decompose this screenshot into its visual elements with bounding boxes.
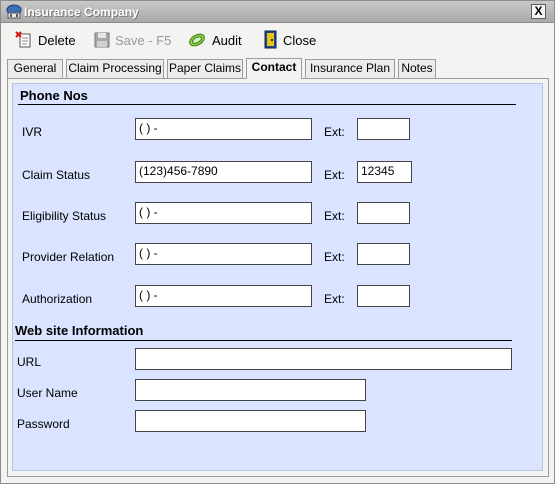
provider-relation-ext-input[interactable] (357, 243, 410, 265)
tab-contact[interactable]: Contact (246, 58, 302, 79)
web-section-title: Web site Information (15, 323, 144, 338)
window-title: Insurance Company (24, 5, 139, 19)
tab-insurance-plan[interactable]: Insurance Plan (305, 59, 395, 78)
tab-general[interactable]: General (7, 59, 63, 78)
tab-paper-claims[interactable]: Paper Claims (167, 59, 243, 78)
window-close-button[interactable]: X (531, 4, 546, 19)
tab-claim-processing[interactable]: Claim Processing (66, 59, 164, 78)
authorization-ext-input[interactable] (357, 285, 410, 307)
audit-label: Audit (212, 32, 242, 48)
authorization-phone-input[interactable]: ( ) - (135, 285, 312, 307)
delete-button[interactable]: Delete (15, 29, 76, 51)
password-label: Password (17, 417, 70, 431)
save-button[interactable]: Save - F5 (94, 29, 171, 51)
password-input[interactable] (135, 410, 366, 432)
contact-panel: Phone Nos IVR ( ) - Ext: Claim Status (1… (7, 78, 549, 477)
web-section-divider (15, 340, 512, 341)
url-label: URL (17, 355, 42, 369)
close-door-icon (264, 30, 277, 49)
eligibility-status-ext-input[interactable] (357, 202, 410, 224)
username-input[interactable] (135, 379, 366, 401)
audit-button[interactable]: Audit (187, 29, 242, 51)
delete-label: Delete (38, 32, 76, 48)
claim-status-ext-input[interactable]: 12345 (357, 161, 412, 183)
url-input[interactable] (135, 348, 512, 370)
provider-relation-phone-input[interactable]: ( ) - (135, 243, 312, 265)
delete-icon (15, 31, 31, 48)
phone-section-title: Phone Nos (20, 88, 88, 103)
claim-status-phone-input[interactable]: (123)456-7890 (135, 161, 312, 183)
tab-notes[interactable]: Notes (398, 59, 436, 78)
claim-status-ext-label: Ext: (324, 168, 345, 182)
close-label: Close (283, 32, 317, 48)
ivr-ext-input[interactable] (357, 118, 410, 140)
audit-icon (189, 33, 205, 47)
authorization-ext-label: Ext: (324, 292, 345, 306)
ivr-ext-label: Ext: (324, 125, 345, 139)
contact-content: Phone Nos IVR ( ) - Ext: Claim Status (1… (12, 83, 543, 471)
title-bar[interactable]: Insurance Company X (1, 1, 554, 23)
eligibility-status-ext-label: Ext: (324, 209, 345, 223)
app-icon (6, 4, 22, 19)
toolbar: Delete Save - F5 Audit Close (1, 23, 554, 56)
username-label: User Name (17, 386, 78, 400)
phone-section-divider (18, 104, 516, 105)
authorization-label: Authorization (22, 292, 93, 306)
eligibility-status-phone-input[interactable]: ( ) - (135, 202, 312, 224)
save-label: Save - F5 (115, 32, 172, 48)
provider-relation-label: Provider Relation (22, 250, 115, 264)
ivr-label: IVR (22, 125, 43, 139)
claim-status-label: Claim Status (22, 168, 91, 182)
save-icon (94, 32, 110, 48)
eligibility-status-label: Eligibility Status (22, 209, 107, 223)
provider-relation-ext-label: Ext: (324, 250, 345, 264)
ivr-phone-input[interactable]: ( ) - (135, 118, 312, 140)
insurance-company-window: Insurance Company X Delete Save - F5 Aud… (0, 0, 555, 484)
close-button[interactable]: Close (262, 29, 316, 51)
